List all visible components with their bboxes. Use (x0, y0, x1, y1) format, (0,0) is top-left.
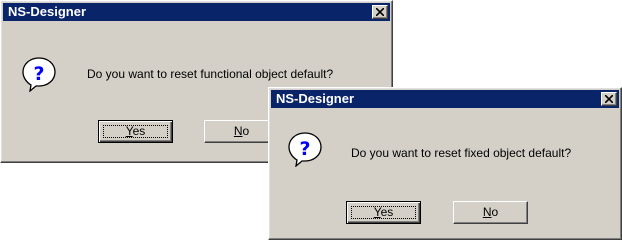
mnemonic-letter: Y (373, 205, 381, 219)
button-label-rest: es (132, 124, 146, 138)
desktop: NS-Designer ? Do you want to reset funct… (0, 0, 622, 240)
button-label: No (483, 205, 498, 219)
button-label: No (234, 124, 249, 138)
mnemonic-letter: Y (125, 124, 133, 138)
question-icon: ? (22, 57, 56, 92)
close-icon (376, 8, 384, 16)
dialog-message: Do you want to reset functional object d… (87, 67, 334, 81)
yes-button[interactable]: Yes (98, 120, 173, 143)
button-label: Yes (126, 124, 146, 138)
dialog-message: Do you want to reset fixed object defaul… (351, 146, 572, 160)
button-label: Yes (374, 205, 394, 219)
title-bar[interactable]: NS-Designer (3, 3, 390, 21)
dialog-title: NS-Designer (276, 91, 355, 106)
yes-button[interactable]: Yes (346, 201, 421, 224)
dialog-title: NS-Designer (8, 4, 87, 19)
question-icon: ? (288, 132, 322, 167)
button-label-rest: es (380, 205, 394, 219)
no-button[interactable]: No (453, 201, 528, 224)
message-dialog-fixed: NS-Designer ? Do you want to reset fixed… (268, 87, 622, 240)
close-icon (605, 95, 613, 103)
svg-text:?: ? (33, 63, 44, 85)
svg-text:?: ? (299, 138, 310, 160)
button-label-rest: o (242, 124, 250, 138)
close-button[interactable] (601, 92, 617, 106)
close-button[interactable] (372, 5, 388, 19)
button-label-rest: o (491, 205, 499, 219)
title-bar[interactable]: NS-Designer (271, 90, 619, 108)
